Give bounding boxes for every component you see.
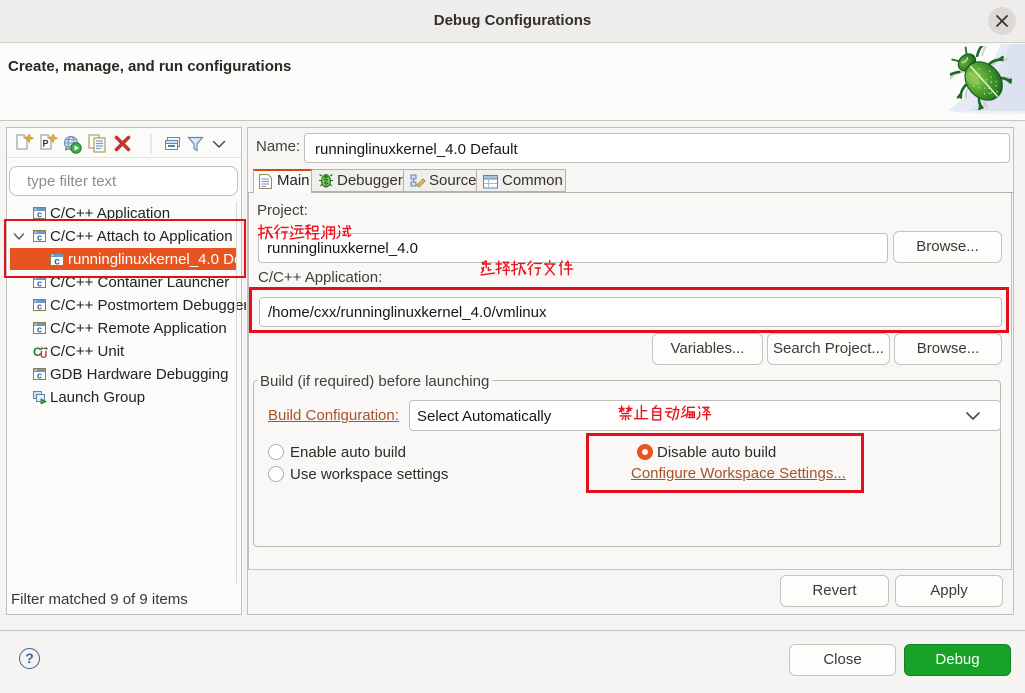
svg-text:c: c <box>37 324 42 334</box>
svg-text:c: c <box>37 370 42 380</box>
svg-text:c: c <box>37 301 42 311</box>
svg-text:P: P <box>42 139 48 149</box>
svg-text:c: c <box>37 278 42 288</box>
svg-text:U: U <box>40 350 47 358</box>
svg-text:c: c <box>37 209 42 219</box>
